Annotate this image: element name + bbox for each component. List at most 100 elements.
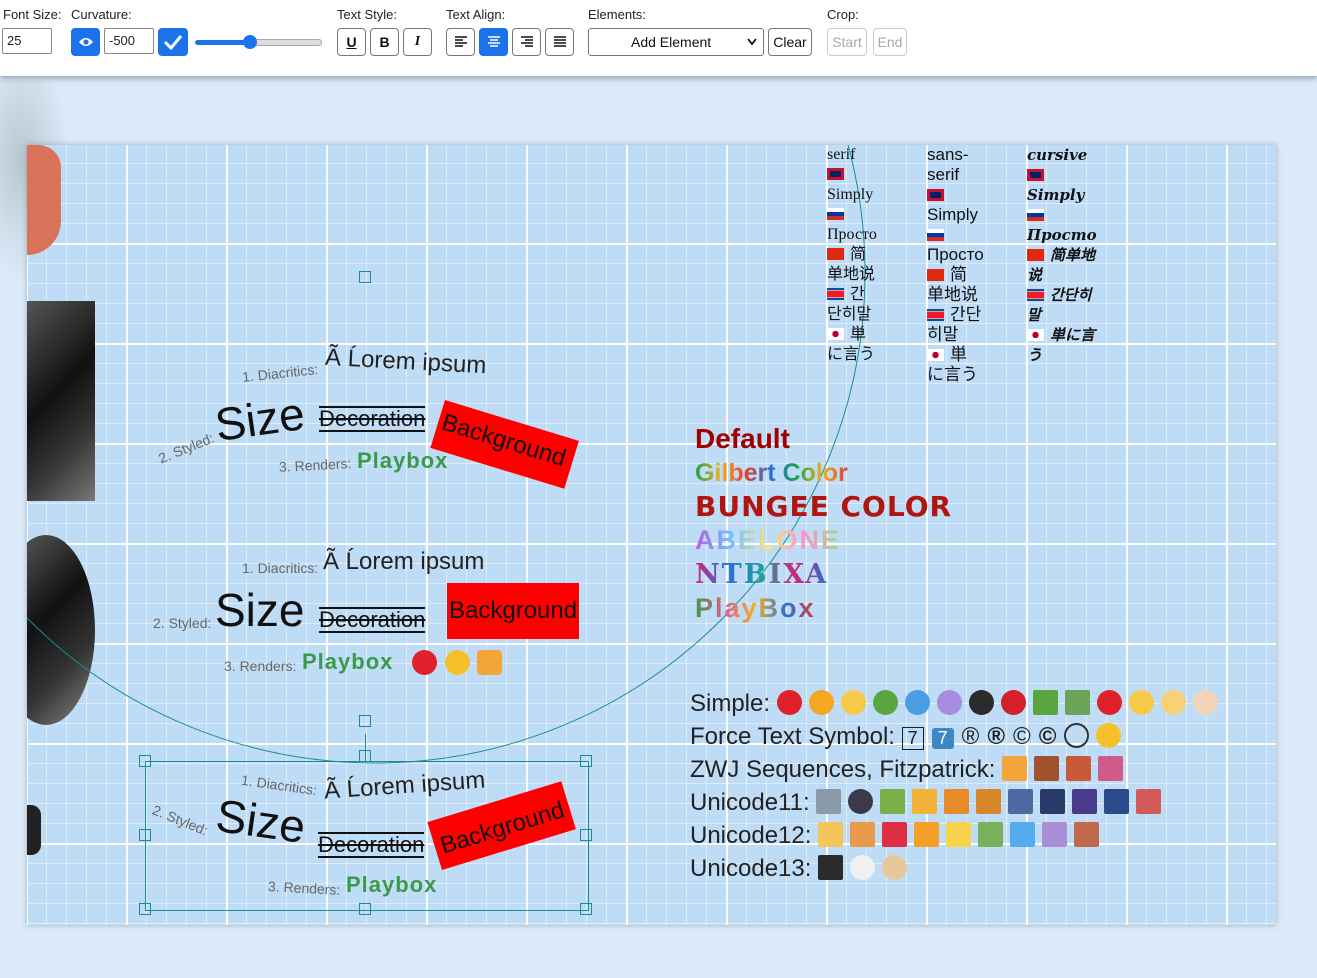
underline-button[interactable]: U <box>337 28 366 56</box>
diacritics-text: Ã Ĺorem ipsum <box>323 766 487 805</box>
person-feeding-baby-emoji <box>882 855 908 880</box>
cross-mark-emoji <box>1064 690 1090 715</box>
resize-handle-top-right[interactable] <box>580 755 592 767</box>
crop-end-button[interactable]: End <box>873 28 907 56</box>
green-square-emoji <box>978 822 1004 847</box>
font-sample-row: Simply <box>827 186 874 203</box>
elements-label: Elements: <box>588 7 646 22</box>
add-element-select[interactable]: Add Element <box>588 28 764 56</box>
font-sample-row: Просто <box>927 245 984 264</box>
grinning-face-emoji <box>1096 723 1122 748</box>
eye-toggle-button[interactable] <box>71 28 100 56</box>
emoji-row-unicode11[interactable]: Unicode11: <box>690 789 1168 817</box>
uk-flag-icon <box>1027 169 1044 181</box>
row-label: Unicode12: <box>690 822 812 849</box>
resize-handle-right[interactable] <box>580 829 592 841</box>
horse-racing-emoji <box>1066 756 1092 781</box>
japan-flag-icon <box>1027 329 1044 341</box>
crop-start-button[interactable]: Start <box>827 28 867 56</box>
row-label: Unicode11: <box>690 789 810 816</box>
font-sample-row: Simply <box>1027 186 1085 204</box>
resize-handle-top[interactable] <box>359 750 371 762</box>
rotate-handle[interactable] <box>359 715 371 727</box>
emoji-row-unicode13[interactable]: Unicode13: <box>690 855 914 883</box>
row-label: Simple: <box>690 690 771 717</box>
diacritics-text: Ã Ĺorem ipsum <box>324 343 488 380</box>
playbox-sample: PlayBox <box>695 593 816 623</box>
toolbar: Font Size: 25 Curvature: -500 Text Style… <box>0 0 1317 76</box>
styled-label: 2. Styled: <box>156 429 217 467</box>
bridge-night-emoji <box>1104 789 1130 814</box>
keycap-seven-emoji: 7 <box>931 728 954 749</box>
align-left-icon <box>454 36 467 47</box>
text-block-3-selected[interactable]: 1. Diacritics: Ã Ĺorem ipsum 2. Styled: … <box>145 761 589 911</box>
diacritics-label: 1. Diacritics: <box>241 361 319 385</box>
resize-handle-bottom[interactable] <box>359 903 371 915</box>
renders-text: Playbox <box>357 448 449 473</box>
uk-flag-icon <box>827 168 844 180</box>
renders-text: Playbox <box>346 872 438 897</box>
checkmark-icon <box>163 35 183 50</box>
row-label: Force Text Symbol: <box>690 723 895 750</box>
underline-icon: U <box>346 34 357 50</box>
font-size-label: Font Size: <box>3 7 62 22</box>
cityscape-emoji <box>1008 789 1034 814</box>
yellow-square-emoji <box>946 822 972 847</box>
styled-label: 2. Styled: <box>150 801 211 839</box>
text-block-2[interactable]: 1. Diacritics: Ã Ĺorem ipsum 2. Styled: … <box>147 545 627 685</box>
red-heart-emoji <box>1096 690 1122 715</box>
italic-button[interactable]: I <box>403 28 432 56</box>
font-size-input[interactable]: 25 <box>2 28 52 54</box>
person-red-hair-emoji <box>850 822 876 847</box>
emoji-row-force-text[interactable]: Force Text Symbol: 7 7 ® ® © © <box>690 723 1128 751</box>
resize-handle-left[interactable] <box>139 829 151 841</box>
design-canvas[interactable]: 1. Diacritics: Ã Ĺorem ipsum 2. Styled: … <box>27 145 1276 925</box>
north-korea-flag-icon <box>927 309 944 321</box>
align-right-button[interactable] <box>512 28 541 56</box>
curvature-input[interactable]: -500 <box>104 28 154 54</box>
clear-button[interactable]: Clear <box>768 28 812 56</box>
orange-heart-emoji <box>808 690 834 715</box>
nabla-sample: NTBIXA <box>695 559 829 590</box>
metro-emoji <box>848 789 874 814</box>
add-element-select-value: Add Element <box>631 34 712 50</box>
keycap-seven-text: 7 <box>901 727 924 750</box>
align-justify-button[interactable] <box>545 28 574 56</box>
font-sample-row: Просто <box>827 226 877 243</box>
fist-emoji <box>1160 690 1186 715</box>
rotate-handle-top-block[interactable] <box>359 271 371 283</box>
bold-button[interactable]: B <box>370 28 399 56</box>
font-sample-row: Simply <box>927 205 979 224</box>
cursive-column: cursive Simply Просто 简单地说 간단히말 単に言う <box>1027 145 1097 365</box>
renders-label: 3. Renders: <box>278 455 352 475</box>
broken-heart-emoji <box>1000 690 1026 715</box>
resize-handle-top-left[interactable] <box>139 755 151 767</box>
milky-way-emoji <box>1072 789 1098 814</box>
couple-emoji <box>1002 756 1028 781</box>
china-flag-icon <box>1027 249 1044 261</box>
row-label: Unicode13: <box>690 855 812 882</box>
registered-text: ® <box>961 723 980 750</box>
emoji-row-unicode12[interactable]: Unicode12: <box>690 822 1106 850</box>
curvature-slider-thumb[interactable] <box>243 35 257 49</box>
resize-handle-bottom-right[interactable] <box>580 903 592 915</box>
curvature-checkbox[interactable] <box>158 28 188 56</box>
text-block-1[interactable]: 1. Diacritics: Ã Ĺorem ipsum 2. Styled: … <box>147 340 627 489</box>
emoji-row-zwj[interactable]: ZWJ Sequences, Fitzpatrick: <box>690 756 1130 784</box>
sunrise-mountains-emoji <box>912 789 938 814</box>
orange-square-emoji <box>914 822 940 847</box>
renders-label: 3. Renders: <box>267 878 341 898</box>
align-left-button[interactable] <box>446 28 475 56</box>
russia-flag-icon <box>827 208 844 220</box>
red-heart-emoji <box>776 690 802 715</box>
emoji-row-simple[interactable]: Simple: <box>690 690 1225 718</box>
align-center-button[interactable] <box>479 28 508 56</box>
column-header: cursive <box>1027 146 1088 164</box>
sans-serif-column: sans-serif Simply Просто 简单地说 간단히말 単に言う <box>927 145 984 385</box>
row-label: ZWJ Sequences, Fitzpatrick: <box>690 756 996 783</box>
grinning-face-emoji <box>445 650 470 675</box>
resize-handle-bottom-left[interactable] <box>139 903 151 915</box>
fist-light-skin-emoji <box>1192 690 1218 715</box>
curvature-slider-track[interactable] <box>250 39 322 46</box>
purple-heart-emoji <box>936 690 962 715</box>
